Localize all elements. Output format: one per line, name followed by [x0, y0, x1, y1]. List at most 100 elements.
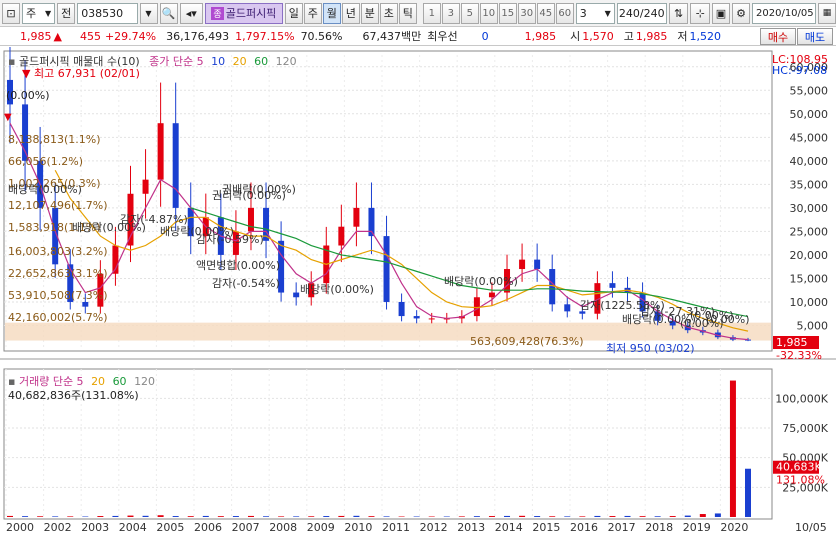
ma-period-20: 20 [233, 55, 247, 68]
volume-bar [353, 516, 359, 517]
price-tick-label: 40,000 [790, 155, 829, 168]
volume-bar [7, 516, 13, 517]
chart-svg[interactable]: 5,00010,00015,00020,00025,00030,00035,00… [0, 47, 836, 536]
volume-bar [384, 516, 390, 517]
volume-bar [534, 516, 540, 517]
stock-code-value: 038530 [81, 7, 123, 20]
volume-profile-label: 42,160,002(5.7%) [8, 311, 108, 324]
tab-1[interactable]: 주 [304, 3, 322, 24]
candle-body [399, 302, 405, 316]
x-tick-label: 2007 [232, 521, 260, 534]
volume-bar [338, 516, 344, 517]
stock-name: 골드퍼시픽 [226, 5, 277, 21]
minute-button-60[interactable]: 60 [556, 3, 574, 24]
volume-bar [655, 516, 661, 517]
tab-6[interactable]: 틱 [399, 3, 417, 24]
legend-square-icon: ▪ [8, 55, 15, 68]
count-select[interactable]: 3 ▼ [576, 3, 615, 24]
candle-body [609, 283, 615, 288]
high-note-text: 최고 67,931 (02/01) [34, 67, 140, 80]
page-counter: 240/240 [617, 3, 667, 24]
candle-body [338, 227, 344, 246]
x-tick-label: 2002 [44, 521, 72, 534]
candle-body [564, 304, 570, 311]
stock-code-input[interactable]: 038530 [77, 3, 137, 24]
code-dropdown-button[interactable]: ▼ [140, 3, 158, 24]
amount-value: 67,437백만 [363, 28, 422, 44]
volume-profile-label: 563,609,428(76.3%) [470, 335, 584, 348]
volume-bar [519, 516, 525, 517]
minute-button-5[interactable]: 5 [461, 3, 479, 24]
save-icon[interactable]: ▣ [712, 3, 730, 24]
ma-legend-label: 종가 단순 5 [149, 55, 203, 68]
volume-bar [37, 516, 43, 517]
volume-value: 36,176,493 [166, 30, 229, 43]
tab-4[interactable]: 분 [361, 3, 379, 24]
volume-pct-tag: 131.08% [776, 474, 825, 487]
chart-area[interactable]: 5,00010,00015,00020,00025,00030,00035,00… [0, 47, 836, 536]
buy-button[interactable]: 매수 [760, 28, 796, 45]
x-tick-label: 2009 [307, 521, 335, 534]
x-tick-label: 2020 [720, 521, 748, 534]
event-annotation: 권배락(0.00%) [222, 183, 296, 196]
x-tick-label: 2003 [81, 521, 109, 534]
tab-5[interactable]: 초 [380, 3, 398, 24]
volume-bar [715, 513, 721, 517]
x-tick-label: 2013 [457, 521, 485, 534]
stack-icon[interactable]: ⇅ [669, 3, 689, 24]
chevron-down-icon: ▼ [605, 9, 611, 18]
candle-body [248, 208, 254, 232]
low-value: 1,520 [690, 30, 722, 43]
volume-bar [248, 516, 254, 517]
volume-profile-label: 66,056(1.2%) [8, 155, 83, 168]
x-tick-label: 2014 [495, 521, 523, 534]
sell-button[interactable]: 매도 [797, 28, 833, 45]
tab-3[interactable]: 년 [342, 3, 360, 24]
high-value: 1,985 [636, 30, 668, 43]
tab-2[interactable]: 월 [323, 3, 341, 24]
speaker-icon[interactable]: ◂▾ [180, 3, 204, 24]
volume-bar [564, 516, 570, 517]
period-button[interactable]: 전 [57, 3, 75, 24]
volume-tick-label: 75,000K [782, 422, 828, 435]
crosshair-icon[interactable]: ⊹ [690, 3, 710, 24]
volume-profile-label: 8,138,813(1.1%) [8, 133, 101, 146]
open-value: 1,570 [582, 30, 614, 43]
minute-button-30[interactable]: 30 [518, 3, 536, 24]
event-annotation: 배당락(0.00%) [160, 225, 234, 238]
market-select[interactable]: 주 ▼ [22, 3, 55, 24]
chart-type-icon[interactable]: ⊡ [2, 3, 20, 24]
tab-0[interactable]: 일 [285, 3, 303, 24]
date-input[interactable]: 2020/10/05 [752, 3, 816, 24]
minute-button-45[interactable]: 45 [537, 3, 555, 24]
volume-bar [263, 516, 269, 517]
hc-note: HC:-97.08 [772, 64, 827, 77]
volume-profile-label: 53,910,508(7.3%) [8, 289, 108, 302]
volume-profile-label: 16,003,803(3.2%) [8, 245, 108, 258]
gear-icon[interactable]: ⚙ [732, 3, 750, 24]
minute-button-1[interactable]: 1 [423, 3, 441, 24]
candle-body [143, 180, 149, 194]
candle-body [82, 302, 88, 307]
event-annotation: 배당락(0.00%) [8, 183, 82, 196]
x-tick-label: 2012 [420, 521, 448, 534]
price-tick-label: 20,000 [790, 249, 829, 262]
minute-button-3[interactable]: 3 [442, 3, 460, 24]
search-icon[interactable]: 🔍 [160, 3, 178, 24]
x-tick-label: 2015 [532, 521, 560, 534]
minute-button-15[interactable]: 15 [499, 3, 517, 24]
x-tick-label: 2005 [156, 521, 184, 534]
minute-button-10[interactable]: 10 [480, 3, 498, 24]
start-marker-icon: ▼ [4, 112, 12, 123]
price-tick-label: 55,000 [790, 84, 829, 97]
down-marker-icon: ▼ [22, 67, 30, 80]
volume-bar [127, 516, 133, 517]
price-tick-label: 30,000 [790, 202, 829, 215]
volume-bar [670, 516, 676, 517]
price-tick-label: 15,000 [790, 272, 829, 285]
calendar-icon[interactable]: ▦ [818, 3, 836, 24]
stock-name-badge[interactable]: 종 골드퍼시픽 [205, 3, 283, 24]
volume-bar [489, 516, 495, 517]
change-pct: +29.74% [105, 30, 156, 43]
volume-bar [685, 516, 691, 517]
